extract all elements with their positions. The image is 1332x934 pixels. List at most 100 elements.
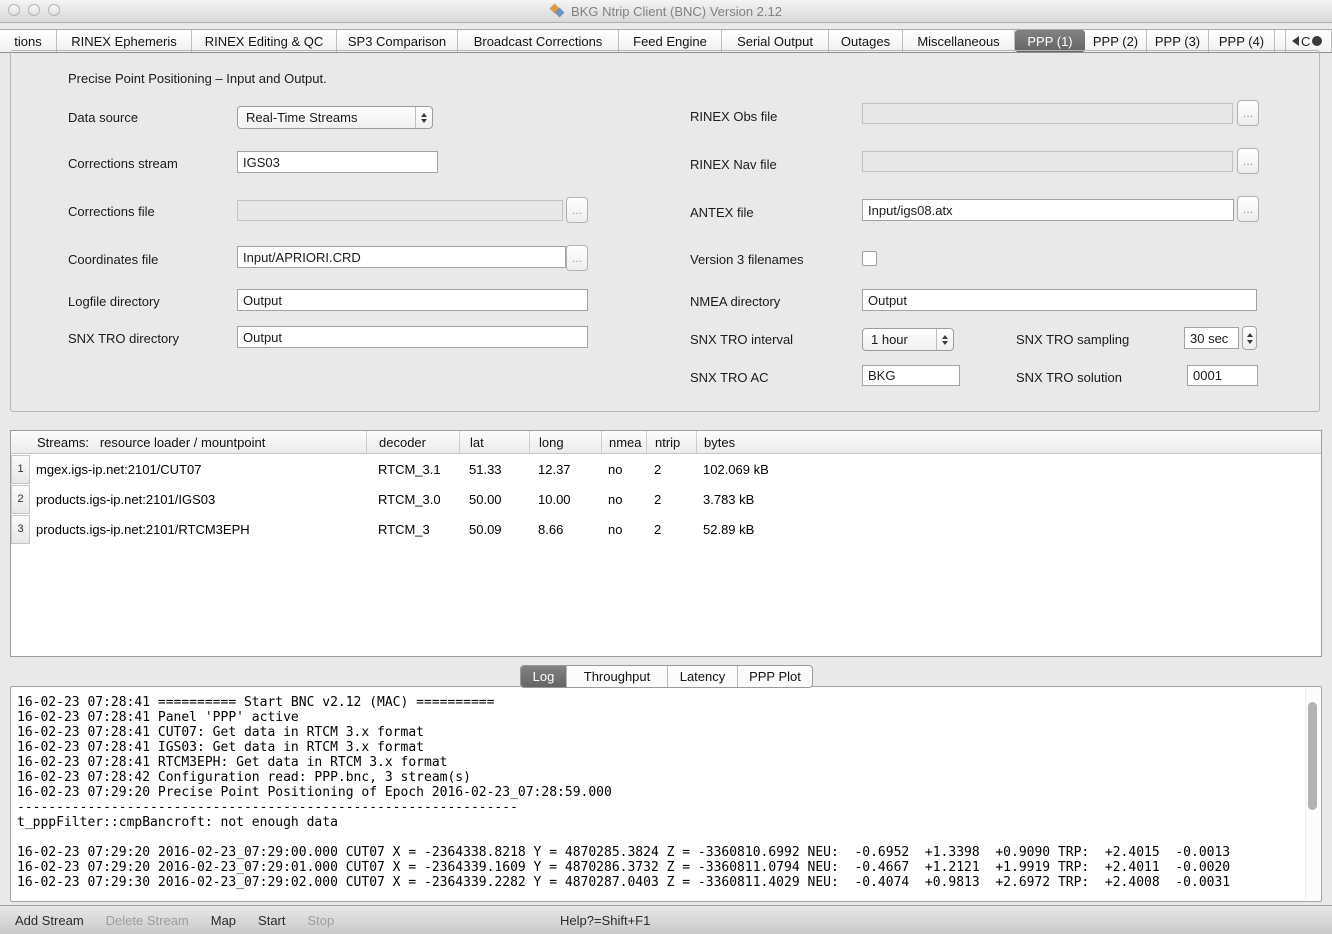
cell-lat: 50.09 bbox=[459, 522, 529, 537]
table-row[interactable]: 3 products.igs-ip.net:2101/RTCM3EPH RTCM… bbox=[11, 514, 1321, 544]
tab-ppp-3[interactable]: PPP (3) bbox=[1147, 30, 1209, 52]
tab-sp3-comparison[interactable]: SP3 Comparison bbox=[337, 30, 458, 52]
log-line: 16-02-23 07:28:41 Panel 'PPP' active bbox=[17, 710, 1315, 725]
tab-broadcast-corrections[interactable]: Broadcast Corrections bbox=[458, 30, 619, 52]
log-output[interactable]: 16-02-23 07:28:41 ========== Start BNC v… bbox=[10, 686, 1322, 902]
snx-tro-interval-select[interactable]: 1 hour bbox=[862, 328, 954, 351]
delete-stream-button: Delete Stream bbox=[106, 913, 189, 928]
antex-file-label: ANTEX file bbox=[690, 205, 754, 220]
snx-tro-solution-label: SNX TRO solution bbox=[1016, 370, 1122, 385]
corrections-file-input bbox=[237, 200, 563, 221]
tab-label: PPP (1) bbox=[1027, 34, 1072, 49]
nmea-directory-input[interactable]: Output bbox=[862, 289, 1257, 311]
start-button[interactable]: Start bbox=[258, 913, 285, 928]
corrections-stream-label: Corrections stream bbox=[68, 156, 178, 171]
spin-down-icon[interactable] bbox=[1247, 340, 1253, 344]
snx-tro-directory-input[interactable]: Output bbox=[237, 326, 588, 348]
tab-scroll-left-icon[interactable] bbox=[1292, 36, 1299, 46]
rinex-nav-browse-button[interactable]: ... bbox=[1237, 148, 1259, 174]
tab-overflow-partial-label: C bbox=[1301, 34, 1310, 49]
add-stream-button[interactable]: Add Stream bbox=[15, 913, 84, 928]
cell-ntrip: 2 bbox=[646, 492, 696, 507]
window-title: BKG Ntrip Client (BNC) Version 2.12 bbox=[571, 4, 782, 19]
tab-label: PPP (3) bbox=[1155, 34, 1200, 49]
tab-bar-filler bbox=[1275, 30, 1286, 52]
tab-ppp-plot[interactable]: PPP Plot bbox=[738, 666, 812, 687]
corrections-file-browse-button[interactable]: ... bbox=[566, 197, 588, 223]
antex-browse-button[interactable]: ... bbox=[1237, 196, 1259, 222]
scrollbar-thumb[interactable] bbox=[1308, 702, 1317, 810]
data-source-label: Data source bbox=[68, 110, 138, 125]
corrections-stream-input[interactable]: IGS03 bbox=[237, 151, 438, 173]
bottom-tab-bar: Log Throughput Latency PPP Plot bbox=[520, 665, 813, 688]
log-scrollbar[interactable] bbox=[1305, 688, 1320, 900]
tab-ppp-4[interactable]: PPP (4) bbox=[1209, 30, 1275, 52]
cell-ntrip: 2 bbox=[646, 522, 696, 537]
tab-label: PPP Plot bbox=[749, 669, 801, 684]
log-line: 16-02-23 07:28:41 IGS03: Get data in RTC… bbox=[17, 740, 1315, 755]
tab-rinex-editing-qc[interactable]: RINEX Editing & QC bbox=[192, 30, 337, 52]
nmea-directory-label: NMEA directory bbox=[690, 294, 780, 309]
tab-label: Serial Output bbox=[737, 34, 813, 49]
tab-rinex-ephemeris[interactable]: RINEX Ephemeris bbox=[57, 30, 192, 52]
header-decoder: decoder bbox=[366, 431, 459, 453]
spin-up-icon[interactable] bbox=[1247, 333, 1253, 337]
tab-label: Broadcast Corrections bbox=[474, 34, 603, 49]
tab-feed-engine[interactable]: Feed Engine bbox=[619, 30, 722, 52]
snx-tro-solution-input[interactable]: 0001 bbox=[1187, 365, 1258, 386]
tab-label: Miscellaneous bbox=[917, 34, 999, 49]
cell-nmea: no bbox=[601, 462, 646, 477]
tab-label: RINEX Editing & QC bbox=[205, 34, 324, 49]
rinex-obs-browse-button[interactable]: ... bbox=[1237, 100, 1259, 126]
snx-tro-sampling-label: SNX TRO sampling bbox=[1016, 332, 1129, 347]
cell-long: 8.66 bbox=[529, 522, 601, 537]
tab-serial-output[interactable]: Serial Output bbox=[722, 30, 829, 52]
rinex-obs-file-label: RINEX Obs file bbox=[690, 109, 777, 124]
corrections-file-label: Corrections file bbox=[68, 204, 155, 219]
data-source-value: Real-Time Streams bbox=[246, 110, 357, 125]
bnc-app-icon bbox=[550, 4, 566, 18]
coordinates-file-browse-button[interactable]: ... bbox=[566, 245, 588, 271]
log-line: 16-02-23 07:28:41 RTCM3EPH: Get data in … bbox=[17, 755, 1315, 770]
tab-label: PPP (2) bbox=[1093, 34, 1138, 49]
cell-decoder: RTCM_3.1 bbox=[366, 462, 459, 477]
snx-tro-sampling-input[interactable]: 30 sec bbox=[1184, 327, 1239, 349]
tab-throughput[interactable]: Throughput bbox=[567, 666, 668, 687]
header-nmea: nmea bbox=[601, 431, 646, 453]
header-bytes: bytes bbox=[696, 431, 1321, 453]
tab-ppp-1[interactable]: PPP (1) bbox=[1015, 30, 1085, 52]
snx-tro-interval-label: SNX TRO interval bbox=[690, 332, 793, 347]
tab-label: Feed Engine bbox=[633, 34, 707, 49]
table-row[interactable]: 2 products.igs-ip.net:2101/IGS03 RTCM_3.… bbox=[11, 484, 1321, 514]
log-line: 16-02-23 07:28:42 Configuration read: PP… bbox=[17, 770, 1315, 785]
coordinates-file-input[interactable]: Input/APRIORI.CRD bbox=[237, 246, 566, 268]
table-row[interactable]: 1 mgex.igs-ip.net:2101/CUT07 RTCM_3.1 51… bbox=[11, 454, 1321, 484]
snx-tro-sampling-spinner[interactable] bbox=[1242, 326, 1257, 350]
rinex-obs-file-input bbox=[862, 103, 1233, 124]
cell-lat: 50.00 bbox=[459, 492, 529, 507]
tab-label: Latency bbox=[680, 669, 726, 684]
tab-latency[interactable]: Latency bbox=[668, 666, 738, 687]
log-line: 16-02-23 07:29:20 Precise Point Position… bbox=[17, 785, 1315, 800]
tab-overflow-scroller[interactable]: C bbox=[1286, 30, 1332, 52]
tab-outages[interactable]: Outages bbox=[829, 30, 903, 52]
data-source-select[interactable]: Real-Time Streams bbox=[237, 106, 433, 129]
tab-label: SP3 Comparison bbox=[348, 34, 446, 49]
version3-filenames-label: Version 3 filenames bbox=[690, 252, 803, 267]
log-line: ----------------------------------------… bbox=[17, 800, 1315, 815]
panel-heading: Precise Point Positioning – Input and Ou… bbox=[68, 71, 327, 86]
combo-stepper-icon bbox=[415, 107, 432, 128]
tab-miscellaneous[interactable]: Miscellaneous bbox=[903, 30, 1015, 52]
version3-filenames-checkbox[interactable] bbox=[862, 251, 877, 266]
header-mountpoint: Streams: resource loader / mountpoint bbox=[11, 431, 366, 453]
tab-log[interactable]: Log bbox=[521, 666, 567, 687]
snx-tro-ac-input[interactable]: BKG bbox=[862, 365, 960, 386]
log-line: 16-02-23 07:28:41 CUT07: Get data in RTC… bbox=[17, 725, 1315, 740]
logfile-directory-input[interactable]: Output bbox=[237, 289, 588, 311]
tab-options[interactable]: tions bbox=[0, 30, 57, 52]
antex-file-input[interactable]: Input/igs08.atx bbox=[862, 199, 1234, 221]
logfile-directory-label: Logfile directory bbox=[68, 294, 160, 309]
map-button[interactable]: Map bbox=[211, 913, 236, 928]
tab-scroll-right-icon[interactable] bbox=[1312, 36, 1322, 46]
tab-ppp-2[interactable]: PPP (2) bbox=[1085, 30, 1147, 52]
